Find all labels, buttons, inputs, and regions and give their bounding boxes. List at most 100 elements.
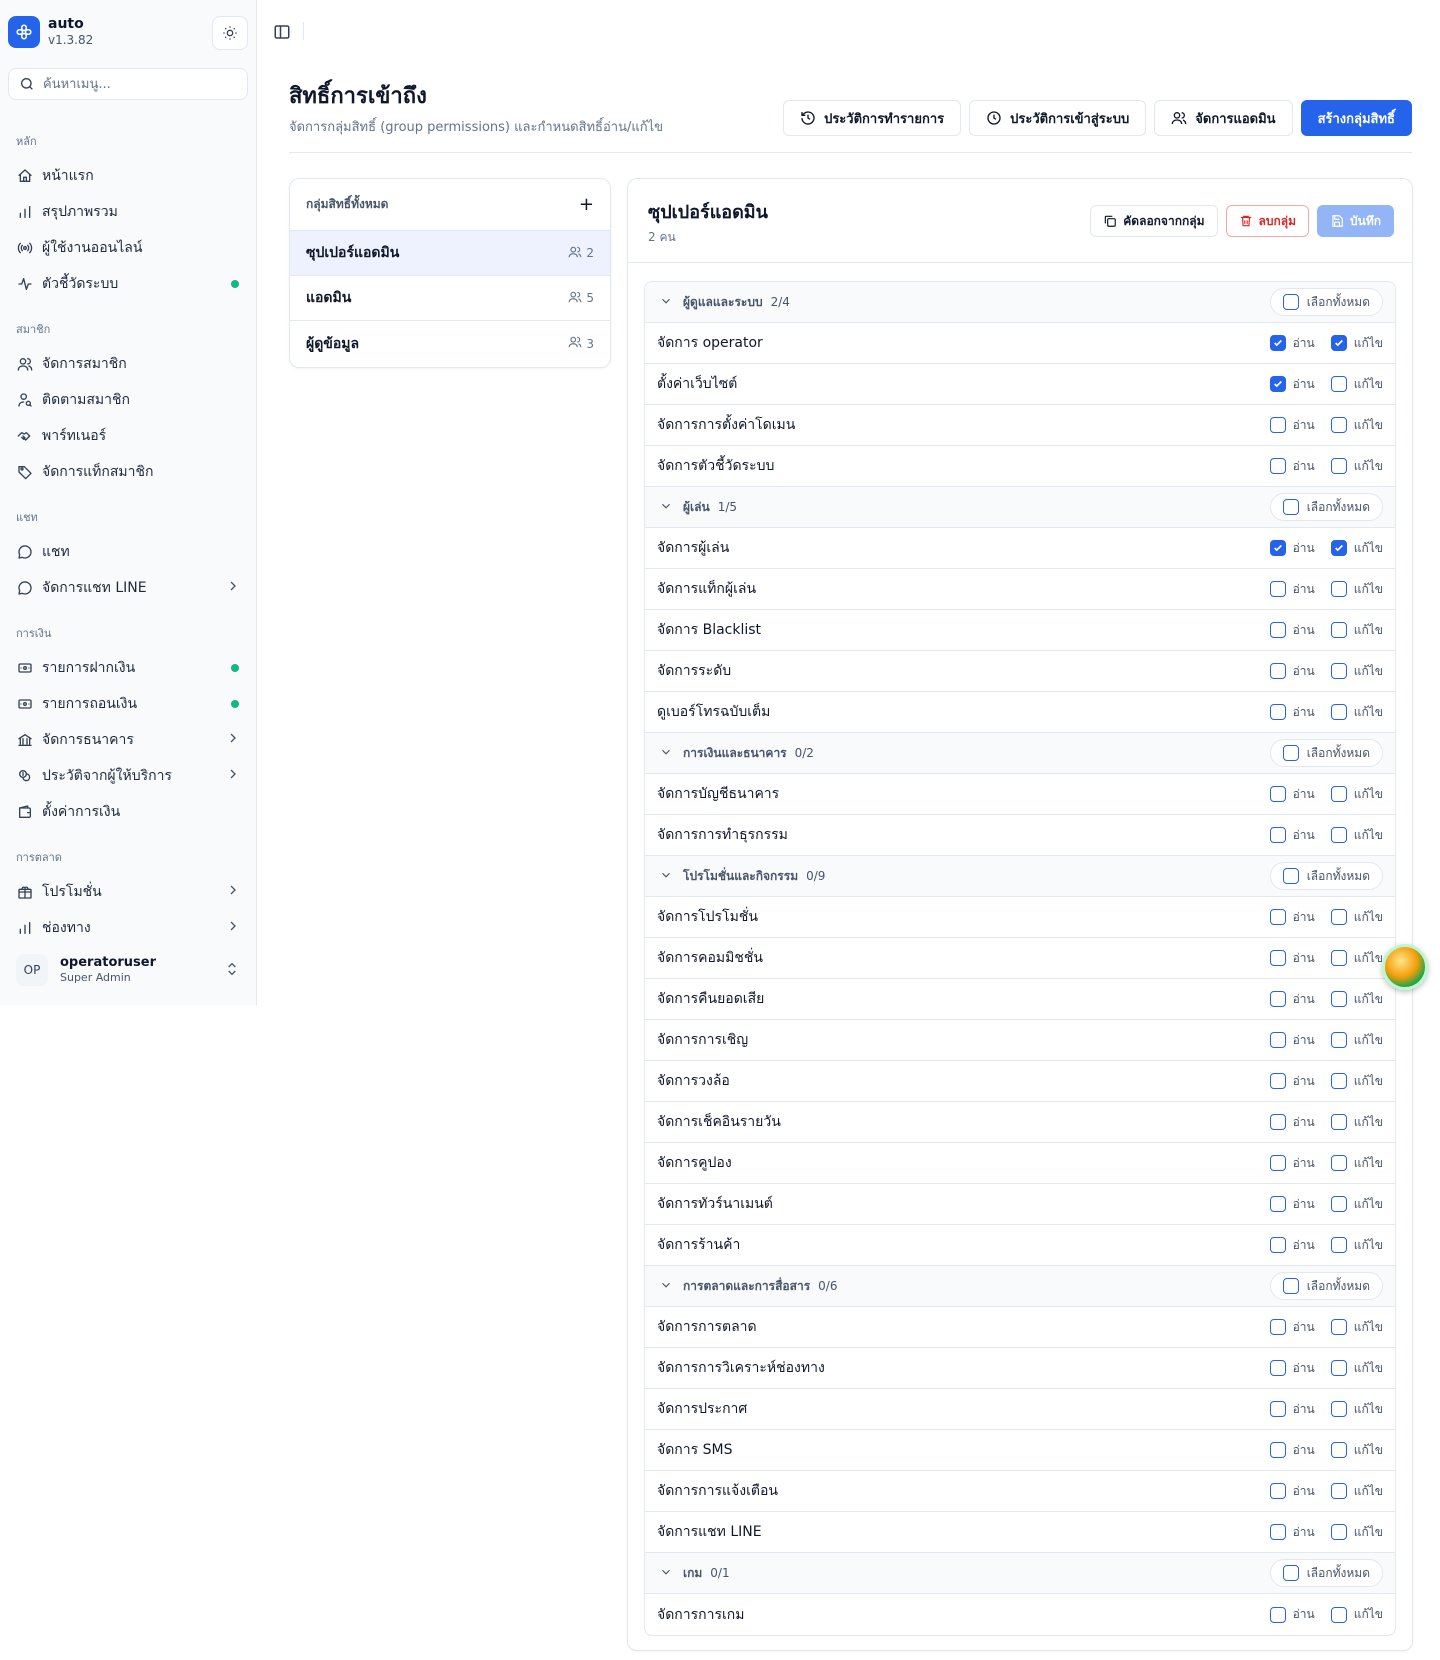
edit-checkbox[interactable]	[1330, 950, 1347, 966]
select-all-toggle[interactable]: เลือกทั้งหมด	[1269, 739, 1383, 767]
read-checkbox[interactable]	[1269, 991, 1286, 1007]
edit-checkbox-wrap[interactable]: แก้ไข	[1330, 1031, 1383, 1050]
edit-checkbox-wrap[interactable]: แก้ไข	[1330, 1236, 1383, 1255]
edit-checkbox[interactable]	[1330, 1032, 1347, 1048]
edit-checkbox-wrap[interactable]: แก้ไข	[1330, 990, 1383, 1009]
read-checkbox[interactable]	[1269, 1442, 1286, 1458]
read-checkbox[interactable]	[1269, 1360, 1286, 1376]
select-all-checkbox[interactable]	[1282, 1565, 1299, 1581]
permission-section-header[interactable]: การเงินและธนาคาร 0/2 เลือกทั้งหมด	[645, 733, 1395, 774]
edit-checkbox[interactable]	[1330, 786, 1347, 802]
read-checkbox-wrap[interactable]: อ่าน	[1269, 1482, 1315, 1501]
edit-checkbox[interactable]	[1330, 827, 1347, 843]
read-checkbox[interactable]	[1269, 376, 1286, 392]
save-button[interactable]: บันทึก	[1317, 205, 1394, 237]
sidebar-toggle-icon[interactable]	[273, 23, 291, 41]
read-checkbox-wrap[interactable]: อ่าน	[1269, 1359, 1315, 1378]
read-checkbox-wrap[interactable]: อ่าน	[1269, 334, 1315, 353]
select-all-checkbox[interactable]	[1282, 294, 1299, 310]
group-list-item[interactable]: ซุปเปอร์แอดมิน 2	[290, 231, 610, 276]
edit-checkbox[interactable]	[1330, 458, 1347, 474]
read-checkbox-wrap[interactable]: อ่าน	[1269, 785, 1315, 804]
read-checkbox[interactable]	[1269, 622, 1286, 638]
sidebar-item[interactable]: ประวัติจากผู้ให้บริการ	[0, 758, 257, 794]
read-checkbox-wrap[interactable]: อ่าน	[1269, 949, 1315, 968]
select-all-toggle[interactable]: เลือกทั้งหมด	[1269, 288, 1383, 316]
edit-checkbox[interactable]	[1330, 909, 1347, 925]
read-checkbox[interactable]	[1269, 1155, 1286, 1171]
edit-checkbox[interactable]	[1330, 581, 1347, 597]
read-checkbox-wrap[interactable]: อ่าน	[1269, 990, 1315, 1009]
sidebar-item[interactable]: รายการถอนเงิน	[0, 686, 257, 722]
read-checkbox[interactable]	[1269, 786, 1286, 802]
permission-section-header[interactable]: โปรโมชั่นและกิจกรรม 0/9 เลือกทั้งหมด	[645, 856, 1395, 897]
read-checkbox-wrap[interactable]: อ่าน	[1269, 457, 1315, 476]
sidebar-item[interactable]: แชท	[0, 534, 257, 570]
edit-checkbox[interactable]	[1330, 1319, 1347, 1335]
read-checkbox-wrap[interactable]: อ่าน	[1269, 662, 1315, 681]
read-checkbox-wrap[interactable]: อ่าน	[1269, 621, 1315, 640]
group-list-item[interactable]: แอดมิน 5	[290, 276, 610, 321]
sidebar-item[interactable]: จัดการธนาคาร	[0, 722, 257, 758]
read-checkbox-wrap[interactable]: อ่าน	[1269, 1523, 1315, 1542]
edit-checkbox-wrap[interactable]: แก้ไข	[1330, 1359, 1383, 1378]
edit-checkbox-wrap[interactable]: แก้ไข	[1330, 662, 1383, 681]
select-all-checkbox[interactable]	[1282, 868, 1299, 884]
edit-checkbox-wrap[interactable]: แก้ไข	[1330, 1400, 1383, 1419]
read-checkbox[interactable]	[1269, 1196, 1286, 1212]
edit-checkbox[interactable]	[1330, 540, 1347, 556]
read-checkbox[interactable]	[1269, 950, 1286, 966]
edit-checkbox[interactable]	[1330, 1442, 1347, 1458]
read-checkbox[interactable]	[1269, 1073, 1286, 1089]
select-all-toggle[interactable]: เลือกทั้งหมด	[1269, 862, 1383, 890]
read-checkbox[interactable]	[1269, 1032, 1286, 1048]
user-menu[interactable]: OP operatoruser Super Admin	[8, 947, 248, 993]
read-checkbox-wrap[interactable]: อ่าน	[1269, 703, 1315, 722]
permission-section-header[interactable]: ผู้เล่น 1/5 เลือกทั้งหมด	[645, 487, 1395, 528]
edit-checkbox-wrap[interactable]: แก้ไข	[1330, 580, 1383, 599]
sidebar-item[interactable]: สรุปภาพรวม	[0, 194, 257, 230]
transaction-history-button[interactable]: ประวัติการทำรายการ	[783, 100, 962, 136]
group-list-item[interactable]: ผู้ดูข้อมูล 3	[290, 321, 610, 366]
sidebar-item[interactable]: ตัวชี้วัดระบบ	[0, 266, 257, 302]
edit-checkbox-wrap[interactable]: แก้ไข	[1330, 457, 1383, 476]
read-checkbox-wrap[interactable]: อ่าน	[1269, 1195, 1315, 1214]
edit-checkbox[interactable]	[1330, 1237, 1347, 1253]
sidebar-item[interactable]: จัดการสมาชิก	[0, 346, 257, 382]
edit-checkbox-wrap[interactable]: แก้ไข	[1330, 826, 1383, 845]
read-checkbox-wrap[interactable]: อ่าน	[1269, 1441, 1315, 1460]
edit-checkbox[interactable]	[1330, 1401, 1347, 1417]
sidebar-item[interactable]: พาร์ทเนอร์	[0, 418, 257, 454]
edit-checkbox-wrap[interactable]: แก้ไข	[1330, 785, 1383, 804]
edit-checkbox-wrap[interactable]: แก้ไข	[1330, 1195, 1383, 1214]
permission-section-header[interactable]: การตลาดและการสื่อสาร 0/6 เลือกทั้งหมด	[645, 1266, 1395, 1307]
read-checkbox-wrap[interactable]: อ่าน	[1269, 580, 1315, 599]
edit-checkbox-wrap[interactable]: แก้ไข	[1330, 539, 1383, 558]
edit-checkbox-wrap[interactable]: แก้ไข	[1330, 1113, 1383, 1132]
read-checkbox[interactable]	[1269, 540, 1286, 556]
edit-checkbox-wrap[interactable]: แก้ไข	[1330, 1523, 1383, 1542]
edit-checkbox[interactable]	[1330, 335, 1347, 351]
read-checkbox[interactable]	[1269, 1606, 1286, 1623]
read-checkbox-wrap[interactable]: อ่าน	[1269, 1236, 1315, 1255]
floating-assistant-button[interactable]	[1382, 944, 1428, 990]
edit-checkbox[interactable]	[1330, 1606, 1347, 1623]
edit-checkbox[interactable]	[1330, 704, 1347, 720]
brand[interactable]: auto v1.3.82	[8, 16, 93, 48]
read-checkbox-wrap[interactable]: อ่าน	[1269, 539, 1315, 558]
read-checkbox-wrap[interactable]: อ่าน	[1269, 375, 1315, 394]
edit-checkbox-wrap[interactable]: แก้ไข	[1330, 1318, 1383, 1337]
read-checkbox-wrap[interactable]: อ่าน	[1269, 908, 1315, 927]
sidebar-item[interactable]: โปรโมชั่น	[0, 874, 257, 910]
edit-checkbox[interactable]	[1330, 1524, 1347, 1540]
edit-checkbox[interactable]	[1330, 1360, 1347, 1376]
sidebar-item[interactable]: ผู้ใช้งานออนไลน์	[0, 230, 257, 266]
create-group-button[interactable]: สร้างกลุ่มสิทธิ์	[1300, 100, 1412, 136]
edit-checkbox[interactable]	[1330, 1114, 1347, 1130]
permission-section-header[interactable]: ผู้ดูแลและระบบ 2/4 เลือกทั้งหมด	[645, 282, 1395, 323]
delete-group-button[interactable]: ลบกลุ่ม	[1225, 205, 1309, 237]
edit-checkbox-wrap[interactable]: แก้ไข	[1330, 621, 1383, 640]
edit-checkbox-wrap[interactable]: แก้ไข	[1330, 1154, 1383, 1173]
read-checkbox[interactable]	[1269, 458, 1286, 474]
edit-checkbox[interactable]	[1330, 1155, 1347, 1171]
